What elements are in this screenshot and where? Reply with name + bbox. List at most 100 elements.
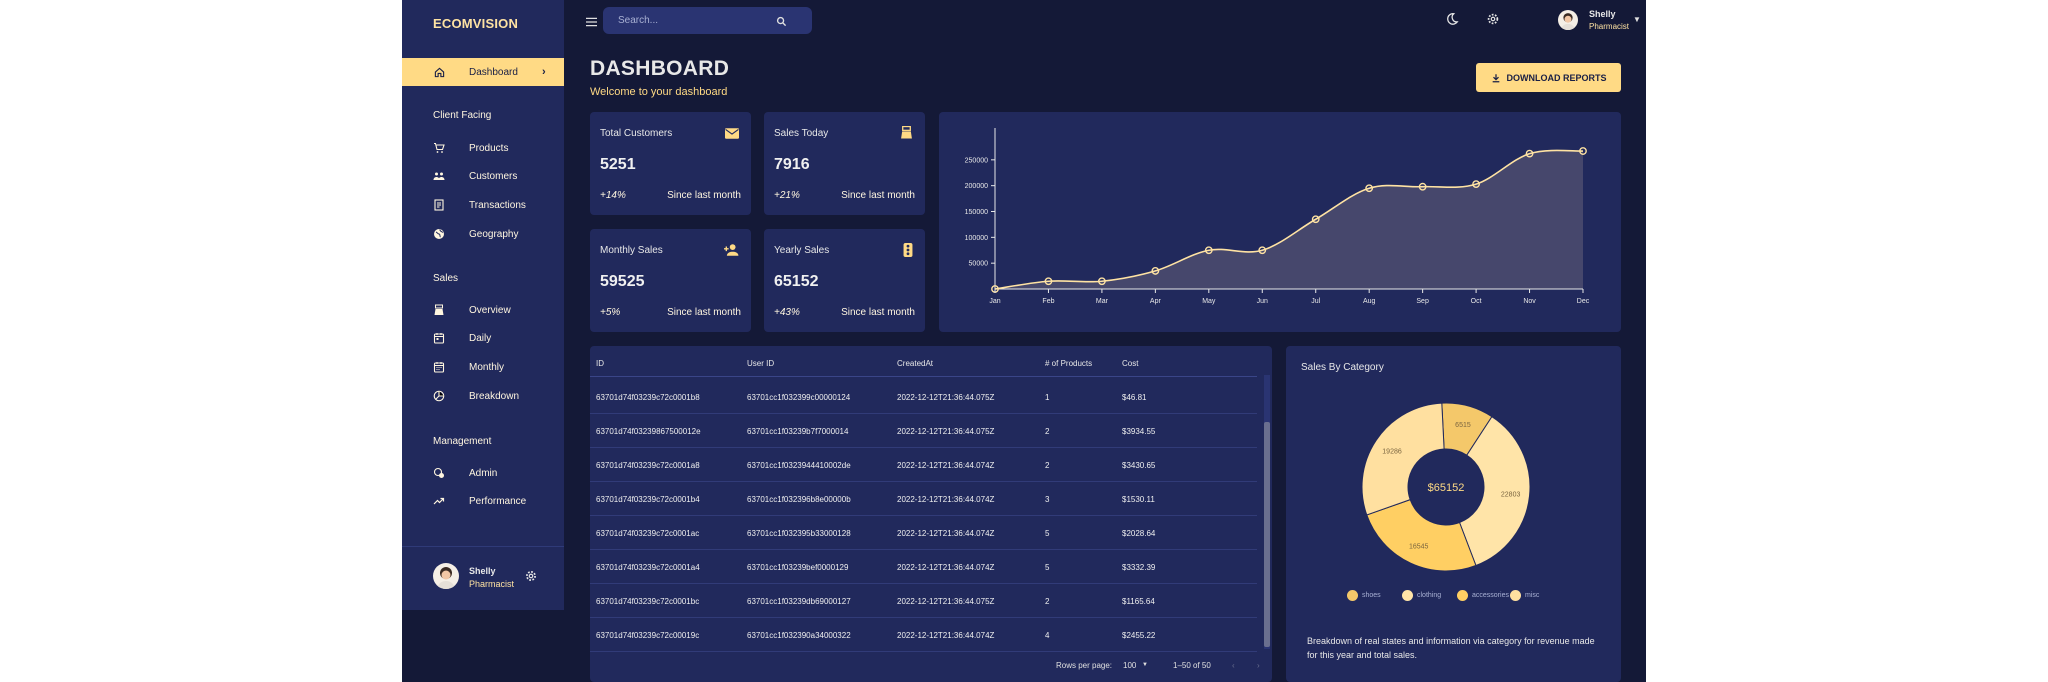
table-cell: 63701cc1f032395b33000128 bbox=[747, 529, 851, 538]
sidebar-item-breakdown[interactable]: Breakdown bbox=[402, 382, 564, 410]
legend-item[interactable]: accessories bbox=[1457, 590, 1509, 601]
x-tick-label: Jun bbox=[1257, 298, 1268, 305]
table-cell: 3 bbox=[1045, 495, 1050, 504]
table-cell: 63701cc1f032390a34000322 bbox=[747, 631, 851, 640]
sidebar-item-daily[interactable]: Daily bbox=[402, 324, 564, 352]
rows-per-page-select[interactable]: 100 bbox=[1123, 661, 1136, 670]
chevron-down-icon[interactable]: ▼ bbox=[1633, 15, 1641, 24]
table-row[interactable]: 63701d74f03239867500012e 63701cc1f03239b7… bbox=[590, 414, 1257, 448]
gear-icon[interactable] bbox=[524, 569, 538, 588]
stat-title: Yearly Sales bbox=[774, 245, 830, 256]
column-header-id[interactable]: ID bbox=[596, 359, 604, 368]
app-window: ECOMVISION Dashboard › Client Facing Pro… bbox=[402, 0, 1646, 682]
stat-change: +43% bbox=[774, 307, 800, 318]
search-icon[interactable] bbox=[776, 14, 787, 32]
page-title: DASHBOARD bbox=[590, 57, 730, 80]
table-cell: 63701cc1f03239bef0000129 bbox=[747, 563, 849, 572]
next-page-button[interactable]: › bbox=[1257, 661, 1260, 670]
table-cell: 63701cc1f032396b8e00000b bbox=[747, 495, 851, 504]
topbar-user-menu[interactable]: Shelly Pharmacist ▼ bbox=[1558, 8, 1641, 34]
legend-item[interactable]: shoes bbox=[1347, 590, 1381, 601]
avatar[interactable] bbox=[433, 563, 459, 589]
globe-icon bbox=[433, 228, 445, 240]
table-cell: 2022-12-12T21:36:44.074Z bbox=[897, 631, 995, 640]
column-header-created-at[interactable]: CreatedAt bbox=[897, 359, 933, 368]
settings-icon[interactable] bbox=[1486, 12, 1500, 31]
sidebar-item-dashboard[interactable]: Dashboard › bbox=[402, 58, 564, 86]
menu-icon[interactable] bbox=[586, 14, 597, 32]
table-row[interactable]: 63701d74f03239c72c0001a8 63701cc1f0323944… bbox=[590, 448, 1257, 482]
table-row[interactable]: 63701d74f03239c72c00019c 63701cc1f032390a… bbox=[590, 618, 1257, 652]
sidebar-user-role: Pharmacist bbox=[469, 579, 515, 589]
x-tick-label: May bbox=[1202, 298, 1216, 305]
sidebar-item-geography[interactable]: Geography bbox=[402, 220, 564, 248]
section-sales: Sales bbox=[433, 273, 459, 284]
table-cell: 2022-12-12T21:36:44.074Z bbox=[897, 563, 995, 572]
table-cell: 63701d74f03239c72c0001ac bbox=[596, 529, 700, 538]
table-cell: 63701d74f03239c72c0001a4 bbox=[596, 563, 700, 572]
stat-since: Since last month bbox=[667, 190, 741, 201]
topbar-user-role: Pharmacist bbox=[1589, 22, 1630, 31]
chevron-down-icon[interactable]: ▼ bbox=[1142, 662, 1148, 668]
sidebar-item-products[interactable]: Products bbox=[402, 134, 564, 162]
prev-page-button[interactable]: ‹ bbox=[1232, 661, 1235, 670]
legend-item[interactable]: clothing bbox=[1402, 590, 1441, 601]
sidebar-item-performance[interactable]: Performance bbox=[402, 487, 564, 515]
table-cell: 1 bbox=[1045, 393, 1050, 402]
search-box[interactable]: Search... bbox=[603, 7, 812, 34]
stat-change: +14% bbox=[600, 190, 626, 201]
legend-swatch bbox=[1402, 590, 1413, 601]
download-reports-button[interactable]: DOWNLOAD REPORTS bbox=[1476, 63, 1621, 92]
legend-label: clothing bbox=[1417, 592, 1442, 599]
sidebar-item-overview[interactable]: Overview bbox=[402, 296, 564, 324]
legend-swatch bbox=[1457, 590, 1468, 601]
stat-card-total-customers: Total Customers 5251 +14% Since last mon… bbox=[590, 112, 751, 215]
table-cell: 63701d74f03239c72c0001bc bbox=[596, 597, 700, 606]
table-cell: 2022-12-12T21:36:44.075Z bbox=[897, 597, 995, 606]
table-row[interactable]: 63701d74f03239c72c0001b8 63701cc1f032399c… bbox=[590, 380, 1257, 414]
column-header-user-id[interactable]: User ID bbox=[747, 359, 774, 368]
scrollbar-thumb[interactable] bbox=[1264, 422, 1270, 647]
table-row[interactable]: 63701d74f03239c72c0001a4 63701cc1f03239be… bbox=[590, 550, 1257, 584]
pie-slice bbox=[1361, 402, 1445, 516]
table-cell: 63701d74f03239867500012e bbox=[596, 427, 701, 436]
pie-center-total: $65152 bbox=[1428, 482, 1465, 494]
person-add-icon bbox=[724, 243, 739, 261]
table-row[interactable]: 63701d74f03239c72c0001b4 63701cc1f032396b… bbox=[590, 482, 1257, 516]
legend-label: accessories bbox=[1472, 592, 1509, 599]
column-header-cost[interactable]: Cost bbox=[1122, 359, 1138, 368]
legend-swatch bbox=[1347, 590, 1358, 601]
sidebar-item-label: Products bbox=[469, 142, 509, 154]
table-row[interactable]: 63701d74f03239c72c0001bc 63701cc1f03239db… bbox=[590, 584, 1257, 618]
column-header-products[interactable]: # of Products bbox=[1045, 359, 1092, 368]
section-management: Management bbox=[433, 436, 492, 447]
table-cell: $3332.39 bbox=[1122, 563, 1156, 572]
sidebar-item-label: Admin bbox=[469, 467, 498, 479]
table-cell: $46.81 bbox=[1122, 393, 1147, 402]
table-cell: 5 bbox=[1045, 563, 1050, 572]
table-cell: $3934.55 bbox=[1122, 427, 1156, 436]
search-input[interactable]: Search... bbox=[618, 15, 658, 26]
chevron-right-icon: › bbox=[542, 66, 546, 78]
sidebar-item-customers[interactable]: Customers bbox=[402, 162, 564, 190]
sidebar-item-transactions[interactable]: Transactions bbox=[402, 191, 564, 219]
sidebar-item-label: Breakdown bbox=[469, 390, 520, 402]
table-cell: 2022-12-12T21:36:44.074Z bbox=[897, 461, 995, 470]
stat-since: Since last month bbox=[667, 307, 741, 318]
pie-description: Breakdown of real states and information… bbox=[1307, 636, 1595, 660]
sidebar-item-monthly[interactable]: Monthly bbox=[402, 353, 564, 381]
table-cell: $2455.22 bbox=[1122, 631, 1156, 640]
receipt-icon bbox=[433, 199, 445, 211]
pie-title: Sales By Category bbox=[1301, 362, 1384, 373]
sidebar-item-label: Transactions bbox=[469, 199, 526, 211]
pie-slice bbox=[1366, 499, 1477, 572]
table-row[interactable]: 63701d74f03239c72c0001ac 63701cc1f032395b… bbox=[590, 516, 1257, 550]
legend-item[interactable]: misc bbox=[1510, 590, 1539, 601]
table-cell: 2 bbox=[1045, 461, 1050, 470]
group-icon bbox=[433, 170, 445, 182]
stat-value: 7916 bbox=[774, 156, 810, 173]
stat-title: Sales Today bbox=[774, 128, 829, 139]
dark-mode-icon[interactable] bbox=[1445, 12, 1459, 31]
table-cell: 2022-12-12T21:36:44.074Z bbox=[897, 529, 995, 538]
sidebar-item-admin[interactable]: Admin bbox=[402, 459, 564, 487]
